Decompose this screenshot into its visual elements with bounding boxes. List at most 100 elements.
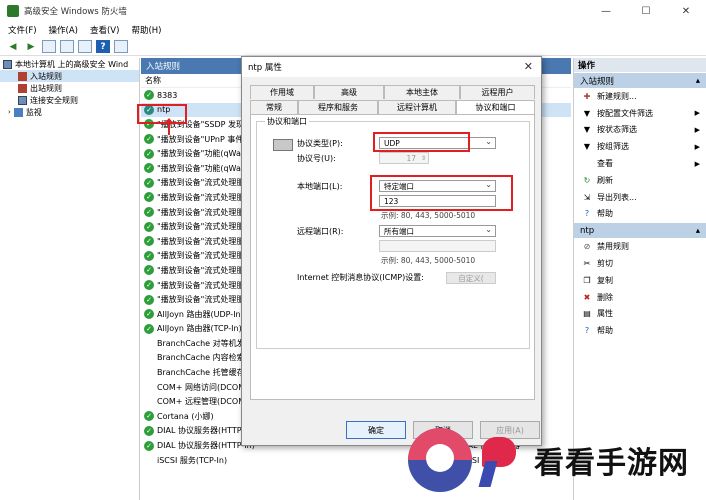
collapse-icon[interactable]: ▴ bbox=[696, 226, 700, 236]
rule-name: "播放到设备"功能(qWave bbox=[157, 149, 251, 159]
remote-port-select[interactable]: 所有端口 ⌄ bbox=[379, 225, 496, 237]
rule-name: "播放到设备"UPnP 事件 bbox=[157, 134, 244, 144]
tree-item-inbound[interactable]: 入站规则 bbox=[0, 70, 139, 82]
menu-view[interactable]: 查看(V) bbox=[90, 24, 119, 36]
submenu-arrow-icon: ▶ bbox=[694, 159, 700, 168]
blank-icon bbox=[582, 159, 592, 169]
chevron-down-icon: ⌄ bbox=[485, 137, 492, 146]
action-item[interactable]: ✖ 删除 bbox=[574, 289, 706, 306]
tab-row-1: 作用域 高级 本地主体 远程用户 bbox=[250, 85, 535, 99]
rule-name: "播放到设备"流式处理服 bbox=[157, 251, 245, 261]
up-folder-icon[interactable] bbox=[42, 40, 56, 53]
cut-icon: ✂ bbox=[583, 259, 591, 269]
show-hide-tree-icon[interactable] bbox=[60, 40, 74, 53]
enabled-check-icon: ✓ bbox=[144, 411, 154, 422]
tab-scope[interactable]: 作用域 bbox=[250, 85, 314, 99]
collapse-icon[interactable]: ▴ bbox=[696, 76, 700, 86]
chevron-down-icon: ⌄ bbox=[485, 225, 492, 234]
computer-icon bbox=[3, 59, 12, 69]
export-toolbar-icon[interactable] bbox=[78, 40, 92, 53]
filter-icon: ▼ bbox=[583, 142, 591, 152]
forward-arrow-icon[interactable]: ▶ bbox=[24, 40, 38, 53]
enabled-check-icon: ✓ bbox=[144, 192, 154, 203]
action-label: 剪切 bbox=[597, 259, 613, 269]
action-item[interactable]: ▼ 按组筛选 ▶ bbox=[574, 138, 706, 155]
back-arrow-icon[interactable]: ◀ bbox=[6, 40, 20, 53]
tab-row-2: 常规 程序和服务 远程计算机 协议和端口 bbox=[250, 100, 535, 114]
firewall-app-icon bbox=[7, 5, 19, 17]
remote-port-label: 远程端口(R): bbox=[297, 227, 344, 236]
tab-general[interactable]: 常规 bbox=[250, 100, 298, 114]
tab-protocols-ports[interactable]: 协议和端口 bbox=[456, 100, 535, 114]
spinner-icon[interactable]: ⇕ bbox=[421, 155, 426, 162]
help-toolbar-icon[interactable]: ? bbox=[96, 40, 110, 53]
rule-name: AllJoyn 路由器(UDP-In) bbox=[157, 309, 244, 319]
action-item[interactable]: ⇲ 导出列表... bbox=[574, 189, 706, 206]
export-icon: ⇲ bbox=[583, 192, 591, 202]
action-label: 按状态筛选 bbox=[597, 125, 637, 135]
close-button[interactable]: ✕ bbox=[666, 0, 706, 22]
enabled-check-icon: ✓ bbox=[144, 90, 154, 101]
network-cable-icon bbox=[273, 139, 293, 151]
icmp-customize-button[interactable]: 自定义( bbox=[446, 272, 496, 284]
rule-name: "播放到设备"流式处理服 bbox=[157, 295, 245, 305]
rule-name: "播放到设备"流式处理服 bbox=[157, 192, 245, 202]
disable-icon: ⊘ bbox=[583, 242, 591, 252]
help-icon: ? bbox=[584, 209, 590, 219]
window-title: 高级安全 Windows 防火墙 bbox=[24, 7, 127, 17]
tab-remote-computers[interactable]: 远程计算机 bbox=[378, 100, 456, 114]
action-item[interactable]: 查看 ▶ bbox=[574, 155, 706, 172]
navigation-tree: 本地计算机 上的高级安全 Wind 入站规则 出站规则 连接安全规则 › 监视 bbox=[0, 58, 140, 500]
action-item[interactable]: ? 帮助 bbox=[574, 206, 706, 223]
icmp-label: Internet 控制消息协议(ICMP)设置: bbox=[297, 273, 424, 282]
enabled-check-icon: ✓ bbox=[144, 177, 154, 188]
dialog-close-icon[interactable]: ✕ bbox=[524, 60, 533, 73]
action-label: 查看 bbox=[597, 159, 613, 169]
action-item[interactable]: ▤ 属性 bbox=[574, 306, 706, 323]
enabled-check-icon: ✓ bbox=[144, 309, 154, 320]
rule-name: AllJoyn 路由器(TCP-In) bbox=[157, 324, 242, 334]
minimize-button[interactable]: — bbox=[586, 0, 626, 22]
protocol-number-field[interactable]: 17 ⇕ bbox=[379, 152, 429, 164]
action-item[interactable]: ↻ 刷新 bbox=[574, 172, 706, 189]
actions-section-ntp[interactable]: ntp ▴ bbox=[574, 223, 706, 239]
action-item[interactable]: ✂ 剪切 bbox=[574, 255, 706, 272]
remote-port-input[interactable] bbox=[379, 240, 496, 252]
enabled-check-icon: ✓ bbox=[144, 294, 154, 305]
actions-section-inbound[interactable]: 入站规则 ▴ bbox=[574, 73, 706, 88]
action-item[interactable]: ? 帮助 bbox=[574, 322, 706, 339]
tree-item-connection-security[interactable]: 连接安全规则 bbox=[0, 94, 139, 106]
tab-programs-services[interactable]: 程序和服务 bbox=[298, 100, 378, 114]
action-item[interactable]: ▼ 按配置文件筛选 ▶ bbox=[574, 105, 706, 122]
maximize-button[interactable]: ☐ bbox=[626, 0, 666, 22]
tab-local-principals[interactable]: 本地主体 bbox=[384, 85, 460, 99]
action-item[interactable]: ❐ 复制 bbox=[574, 272, 706, 289]
ntp-properties-dialog: ntp 属性 ✕ 作用域 高级 本地主体 远程用户 常规 程序和服务 远程计算机… bbox=[241, 56, 542, 446]
rule-name: Cortana (小娜) bbox=[157, 411, 214, 421]
dialog-title-bar: ntp 属性 ✕ bbox=[242, 57, 541, 77]
action-item[interactable]: ⊘ 禁用规则 bbox=[574, 238, 706, 255]
enabled-check-icon: ✓ bbox=[144, 134, 154, 145]
rule-name: 8383 bbox=[157, 90, 178, 100]
actions-list-inbound: ✚ 新建规则... ▼ 按配置文件筛选 ▶ ▼ 按状态筛选 ▶ ▼ 按组筛选 ▶ 查看 ▶ ↻ 刷新 ⇲ 导出列… bbox=[574, 88, 706, 222]
port-highlight-box bbox=[370, 175, 513, 211]
watermark-logo-icon bbox=[408, 428, 472, 492]
protocol-type-label: 协议类型(P): bbox=[297, 139, 343, 148]
action-item[interactable]: ▼ 按状态筛选 ▶ bbox=[574, 122, 706, 139]
console-icon[interactable] bbox=[114, 40, 128, 53]
ok-button[interactable]: 确定 bbox=[346, 421, 406, 439]
local-port-label: 本地端口(L): bbox=[297, 182, 343, 191]
menu-help[interactable]: 帮助(H) bbox=[131, 24, 161, 36]
filter-icon: ▼ bbox=[583, 108, 591, 118]
tab-remote-users[interactable]: 远程用户 bbox=[460, 85, 535, 99]
tab-advanced[interactable]: 高级 bbox=[314, 85, 384, 99]
menu-file[interactable]: 文件(F) bbox=[8, 24, 37, 36]
expand-chevron-icon[interactable]: › bbox=[8, 108, 11, 116]
copy-icon: ❐ bbox=[583, 275, 591, 285]
action-item[interactable]: ✚ 新建规则... bbox=[574, 88, 706, 105]
tree-item-outbound[interactable]: 出站规则 bbox=[0, 82, 139, 94]
tree-root[interactable]: 本地计算机 上的高级安全 Wind bbox=[0, 58, 139, 70]
filter-icon: ▼ bbox=[583, 125, 591, 135]
tree-item-monitor[interactable]: › 监视 bbox=[0, 106, 139, 118]
menu-action[interactable]: 操作(A) bbox=[49, 24, 78, 36]
